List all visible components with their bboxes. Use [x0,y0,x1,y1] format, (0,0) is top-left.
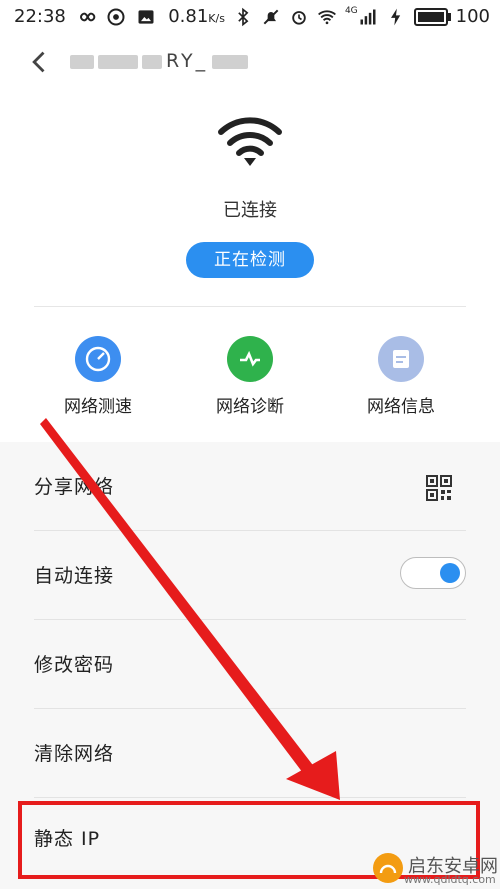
circle-app-icon [107,8,125,25]
settings-list: 分享网络 自动连接 修改密码 清除网络 [0,442,500,798]
connection-status: 已连接 [223,200,277,221]
change-password-row[interactable]: 修改密码 [34,620,466,709]
auto-connect-toggle[interactable] [400,557,466,589]
network-diagnose-label: 网络诊断 [216,397,284,417]
share-network-label: 分享网络 [34,476,115,498]
info-card-icon [378,336,424,382]
network-info-label: 网络信息 [367,397,435,417]
auto-connect-label: 自动连接 [34,565,115,587]
alarm-icon [292,10,306,25]
back-arrow-icon[interactable] [26,48,54,76]
pulse-icon [227,336,273,382]
detecting-button[interactable]: 正在检测 [186,242,314,278]
net-speed: 0.81K/s [168,6,225,27]
network-detail-card: RY_ 已连接 正在检测 网络测速 网络诊断 网络信息 [0,34,500,442]
charging-icon [390,8,400,25]
signal-icon [360,9,376,24]
divider [34,306,466,307]
wifi-status-icon [317,9,336,24]
change-password-label: 修改密码 [34,654,115,676]
forget-network-row[interactable]: 清除网络 [34,709,466,798]
bluetooth-icon [238,7,249,26]
network-info-button[interactable]: 网络信息 [341,336,461,417]
network-name: RY_ [70,50,252,72]
network-diagnose-button[interactable]: 网络诊断 [190,336,310,417]
qr-code-icon[interactable] [426,475,452,501]
share-network-row[interactable]: 分享网络 [34,442,466,531]
forget-network-label: 清除网络 [34,743,115,765]
speed-test-button[interactable]: 网络测速 [38,336,158,417]
image-icon [138,9,154,24]
toggle-knob [440,563,460,583]
speed-test-label: 网络测速 [64,397,132,417]
infinity-icon [79,12,96,21]
static-ip-label: 静态 IP [34,828,101,850]
wifi-icon [218,117,282,166]
network-type: 4G [344,5,358,16]
auto-connect-row: 自动连接 [34,531,466,620]
speedometer-icon [75,336,121,382]
status-bar: 22:38 0.81K/s 4G 100 [0,0,500,34]
clock: 22:38 [14,6,66,27]
watermark-url: www.qdldtq.com [404,873,496,886]
battery-icon [413,7,451,26]
mute-bell-icon [263,9,279,24]
battery-level: 100 [455,6,490,27]
